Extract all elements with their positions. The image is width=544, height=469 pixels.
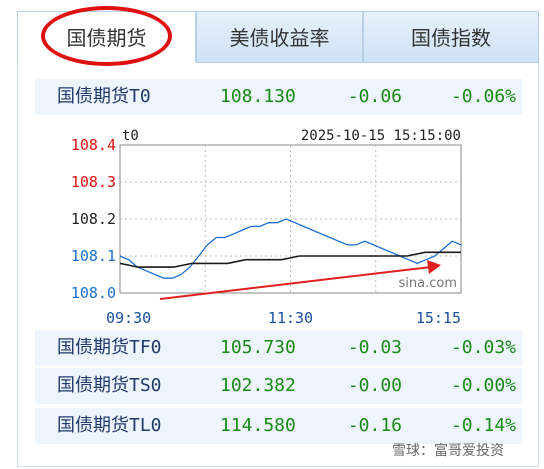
sina-watermark: sina.com xyxy=(399,276,458,291)
quote-price: 102.382 xyxy=(220,375,296,396)
quote-change: -0.03 xyxy=(347,337,402,358)
quote-pct: -0.14% xyxy=(450,415,516,436)
quote-pct: -0.03% xyxy=(450,337,516,358)
quote-name: 国债期货T0 xyxy=(57,86,151,107)
intraday-chart[interactable]: 108.4 108.3 108.2 108.1 108.0 09:30 11:30 15:15… xyxy=(65,124,485,328)
quote-change: -0.16 xyxy=(347,415,402,436)
quote-row[interactable]: 国债期货TS0 102.382 -0.00 -0.00% xyxy=(35,368,522,404)
x-tick-label: 11:30 xyxy=(268,309,313,327)
y-tick-label: 108.4 xyxy=(71,136,116,154)
quote-name: 国债期货TS0 xyxy=(57,375,162,396)
y-tick-label: 108.2 xyxy=(71,210,116,228)
quote-name: 国债期货TF0 xyxy=(57,337,162,358)
quote-row[interactable]: 国债期货TL0 114.580 -0.16 -0.14% xyxy=(35,408,522,444)
chart-timestamp: 2025-10-15 15:15:00 xyxy=(301,128,461,144)
y-tick-label: 108.3 xyxy=(71,173,116,191)
quote-pct: -0.06% xyxy=(450,86,516,107)
quote-price: 114.580 xyxy=(220,415,296,436)
y-tick-label: 108.0 xyxy=(71,284,116,302)
quote-price: 105.730 xyxy=(220,337,296,358)
tab-us-treasury-yield[interactable]: 美债收益率 xyxy=(196,11,363,63)
y-tick-label: 108.1 xyxy=(71,247,116,265)
tab-bond-index[interactable]: 国债指数 xyxy=(363,11,539,63)
quote-change: -0.00 xyxy=(347,375,402,396)
quote-row[interactable]: 国债期货TF0 105.730 -0.03 -0.03% xyxy=(35,330,522,366)
x-tick-label: 15:15 xyxy=(416,309,461,327)
xueqiu-watermark: 雪球：富哥爱投资 xyxy=(392,443,504,459)
quote-change: -0.06 xyxy=(347,86,402,107)
quote-name: 国债期货TL0 xyxy=(57,415,162,436)
quote-price: 108.130 xyxy=(220,86,296,107)
chart-title: t0 xyxy=(122,128,139,144)
quote-row[interactable]: 国债期货T0 108.130 -0.06 -0.06% xyxy=(35,79,522,115)
quote-pct: -0.00% xyxy=(450,375,516,396)
x-tick-label: 09:30 xyxy=(106,309,151,327)
highlight-circle xyxy=(41,6,172,66)
